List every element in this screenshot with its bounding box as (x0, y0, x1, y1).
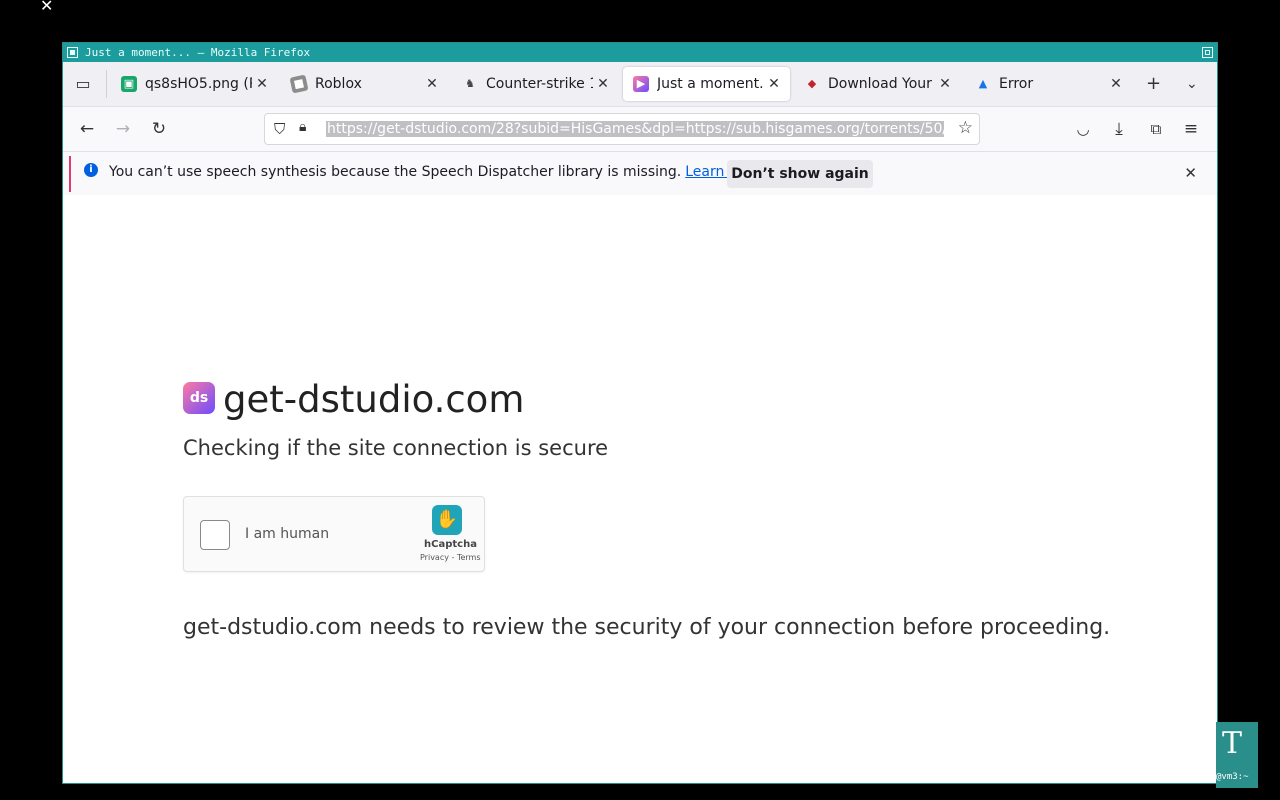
tab-close-icon[interactable]: ✕ (252, 76, 272, 92)
bookmark-star-icon[interactable]: ☆ (958, 118, 973, 138)
tab-label: Error (999, 76, 1034, 92)
tab-close-icon[interactable]: ✕ (422, 76, 442, 92)
url-input[interactable]: https://get-dstudio.com/28?subid=HisGame… (326, 119, 944, 139)
window-title: Just a moment... — Mozilla Firefox (85, 46, 311, 59)
dont-show-again-button[interactable]: Don’t show again (727, 160, 873, 188)
dstudio-icon: ▶ (633, 76, 649, 92)
notification-bar: i You can’t use speech synthesis because… (63, 152, 1217, 197)
terminal-icon: T (1222, 726, 1243, 761)
tab-download[interactable]: ◆ Download Your Fr ✕ (794, 67, 961, 101)
list-tabs-icon[interactable]: ⌄ (1186, 74, 1198, 94)
tab-counter-strike[interactable]: ♞ Counter-strike 1.6 ✕ (452, 67, 619, 101)
info-icon: i (84, 163, 98, 177)
window-maximize-icon[interactable] (1202, 47, 1213, 58)
tab-roblox[interactable]: ■ Roblox ✕ (281, 67, 448, 101)
reload-icon[interactable]: ↻ (149, 119, 169, 139)
page-content: ds get-dstudio.com Checking if the site … (63, 195, 1217, 783)
hcaptcha-logo-icon: ✋ (432, 505, 462, 535)
site-logo: ds (183, 382, 215, 414)
tab-close-icon[interactable]: ✕ (764, 76, 784, 92)
tab-close-icon[interactable]: ✕ (593, 76, 613, 92)
cs-icon: ♞ (465, 77, 475, 90)
tab-label: Roblox (315, 76, 362, 92)
tab-qs8sho5[interactable]: ▣ qs8sHO5.png (PNG ✕ (111, 67, 278, 101)
tab-overview-icon[interactable]: ▭ (73, 74, 93, 94)
menu-icon[interactable]: ≡ (1181, 119, 1201, 139)
hcaptcha-brand: hCaptcha (424, 539, 477, 550)
notification-accent (69, 156, 71, 192)
notification-close-icon[interactable]: ✕ (1184, 164, 1197, 182)
hcaptcha-widget: I am human ✋ hCaptcha Privacy - Terms (183, 496, 485, 572)
tab-label: Just a moment... (657, 76, 764, 92)
back-icon[interactable]: ← (77, 119, 97, 139)
drive-icon: ▲ (978, 77, 988, 90)
tab-error[interactable]: ▲ Error ✕ (965, 67, 1132, 101)
extensions-icon[interactable]: ⧉ (1146, 119, 1166, 139)
title-bar: Just a moment... — Mozilla Firefox (63, 43, 1217, 62)
window-menu-icon[interactable] (67, 47, 78, 58)
tab-just-a-moment[interactable]: ▶ Just a moment... ✕ (623, 67, 790, 101)
site-title: get-dstudio.com (223, 378, 525, 421)
desktop-close-icon: ✕ (40, 0, 54, 15)
tab-label: Download Your Fr (828, 76, 935, 92)
new-tab-icon[interactable]: + (1146, 74, 1161, 94)
notification-message: You can’t use speech synthesis because t… (109, 164, 765, 180)
tab-bar: ▭ ▣ qs8sHO5.png (PNG ✕ ■ Roblox ✕ ♞ Coun… (63, 62, 1217, 107)
tab-separator (106, 70, 107, 98)
tab-label: qs8sHO5.png (PNG (145, 76, 252, 92)
terminal-corner-widget[interactable]: T @vm3:~ (1216, 722, 1258, 788)
captcha-privacy-terms-link[interactable]: Privacy - Terms (420, 553, 481, 562)
captcha-checkbox[interactable] (200, 520, 230, 550)
browser-window: Just a moment... — Mozilla Firefox ▭ ▣ q… (62, 42, 1218, 784)
page-subtitle: Checking if the site connection is secur… (183, 436, 609, 460)
url-bar[interactable]: ⛉ 🔒︎ https://get-dstudio.com/28?subid=Hi… (264, 113, 980, 145)
nav-bar: ← → ↻ ⛉ 🔒︎ https://get-dstudio.com/28?su… (63, 107, 1217, 152)
review-message: get-dstudio.com needs to review the secu… (183, 615, 1111, 640)
roblox-icon: ■ (289, 74, 309, 94)
pocket-icon[interactable]: ◡ (1073, 119, 1093, 139)
image-icon: ▣ (121, 76, 137, 92)
forward-icon[interactable]: → (113, 119, 133, 139)
lock-icon[interactable]: 🔒︎ (299, 119, 306, 135)
gamepad-icon: ◆ (807, 77, 817, 90)
downloads-icon[interactable]: ⤓ (1109, 119, 1129, 139)
terminal-prompt-text: @vm3:~ (1216, 772, 1249, 782)
url-text: https://get-dstudio.com/28?subid=HisGame… (326, 121, 944, 137)
tab-close-icon[interactable]: ✕ (1106, 76, 1126, 92)
notification-text: You can’t use speech synthesis because t… (109, 164, 682, 180)
tab-close-icon[interactable]: ✕ (935, 76, 955, 92)
shield-icon[interactable]: ⛉ (274, 120, 285, 138)
tab-label: Counter-strike 1.6 (486, 76, 593, 92)
captcha-label: I am human (245, 526, 330, 542)
